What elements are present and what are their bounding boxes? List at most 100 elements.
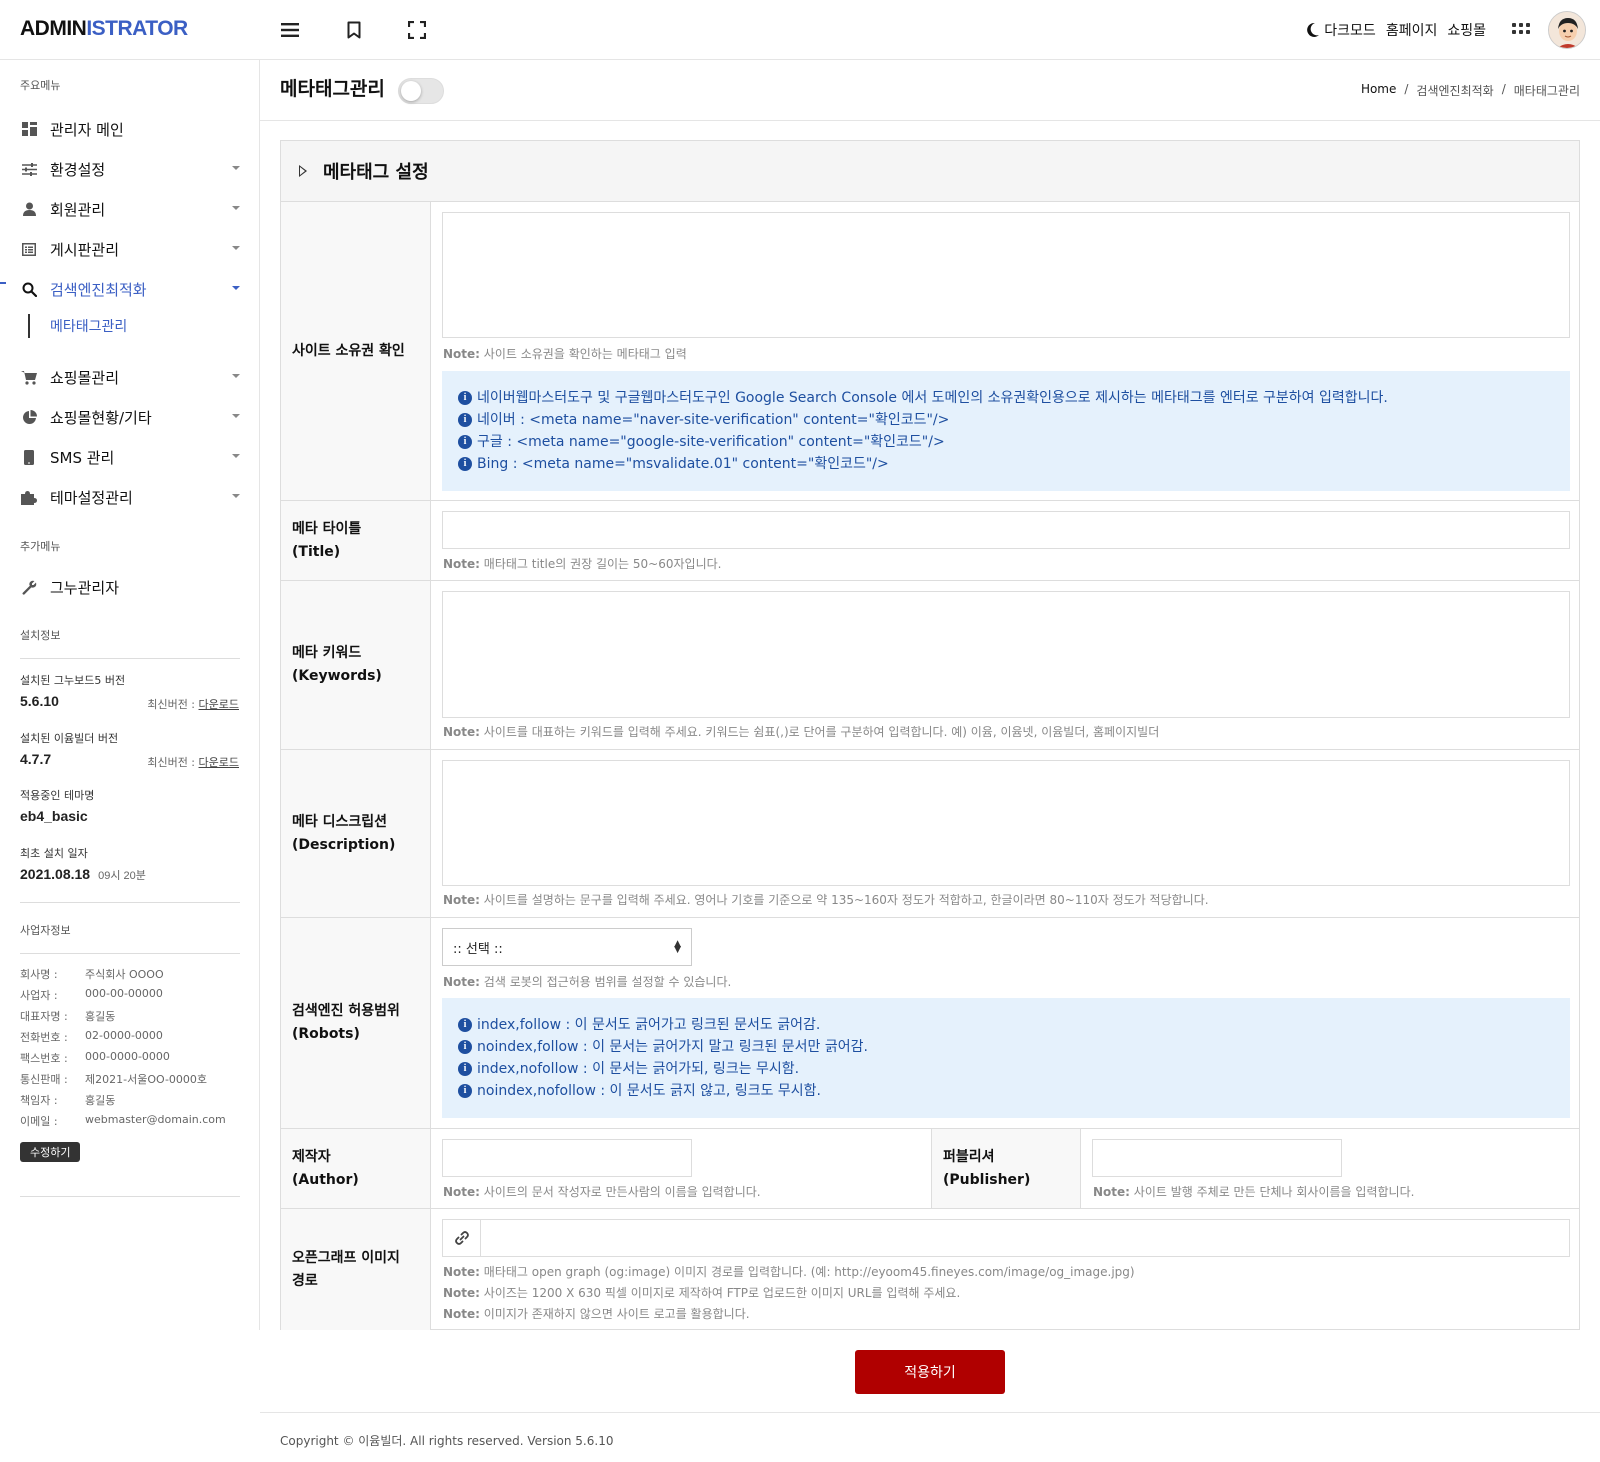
publisher-input[interactable] xyxy=(1092,1139,1342,1177)
ownership-label: 사이트 소유권 확인 xyxy=(281,202,431,500)
edit-biz-button[interactable]: 수정하기 xyxy=(20,1142,81,1162)
biz-info-title: 사업자정보 xyxy=(20,924,71,937)
publisher-label: 퍼블리셔 (Publisher) xyxy=(931,1129,1081,1208)
breadcrumb-current: 매타태그관리 xyxy=(1513,84,1580,98)
biz-row: 전화번호 :02-0000-0000 xyxy=(20,1029,163,1044)
title-note: Note: 매타태그 title의 권장 길이는 50~60자입니다. xyxy=(443,557,722,571)
top-right-links: 다크모드 홈페이지 쇼핑몰 xyxy=(1306,10,1586,50)
sidebar-item-sms[interactable]: SMS 관리 xyxy=(20,442,240,472)
sidebar-item-label: SMS 관리 xyxy=(50,448,115,467)
breadcrumb-seo[interactable]: 검색엔진최적화 xyxy=(1416,82,1493,99)
chevron-down-icon xyxy=(232,454,240,458)
divider xyxy=(20,658,240,659)
row-title: 메타 타이틀 (Title) Note: 매타태그 title의 권장 길이는 5… xyxy=(281,501,1579,581)
author-label: 제작자 (Author) xyxy=(281,1129,431,1208)
bookmark-icon[interactable] xyxy=(342,18,366,42)
list-icon xyxy=(20,240,38,258)
row-description: 메타 디스크립션 (Description) Note: 사이트를 설명하는 문구… xyxy=(281,750,1579,918)
caret-right-icon xyxy=(299,165,307,177)
dark-mode-link[interactable]: 다크모드 xyxy=(1324,20,1376,40)
theme-label: 적용중인 테마명 xyxy=(20,789,95,802)
description-note: Note: 사이트를 설명하는 문구를 입력해 주세요. 영어나 기호를 기준으… xyxy=(443,893,1209,907)
title-label: 메타 타이틀 (Title) xyxy=(281,501,431,580)
eyoom-version-label: 설치된 이윰빌더 버전 xyxy=(20,732,119,745)
breadcrumb: Home / 검색엔진최적화 / 매타태그관리 xyxy=(1360,82,1580,99)
biz-row: 이메일 : webmaster@domain.com xyxy=(20,1113,226,1128)
sidebar-subitem-metatag[interactable]: 메타태그관리 xyxy=(28,314,127,338)
chevron-down-icon xyxy=(232,286,240,290)
moon-icon[interactable] xyxy=(1306,22,1320,38)
eyoom-version: 4.7.7 xyxy=(20,751,52,767)
menu-icon[interactable] xyxy=(278,18,302,42)
extra-menu-title: 추가메뉴 xyxy=(20,540,61,553)
panel-header[interactable]: 메타태그 설정 xyxy=(281,141,1579,202)
mobile-icon xyxy=(20,448,38,466)
row-author-publisher: 제작자 (Author) Note: 사이트의 문서 작성자로 만든사람의 이름을… xyxy=(281,1129,1579,1209)
ownership-textarea[interactable] xyxy=(442,212,1570,338)
row-og-image: 오픈그래프 이미지 경로 Note: 매타태그 open graph (og:im… xyxy=(281,1209,1579,1330)
sidebar-item-label: 쇼핑몰관리 xyxy=(50,368,120,387)
info-icon: i xyxy=(458,391,472,405)
chevron-down-icon xyxy=(232,166,240,170)
sidebar-item-admin-main[interactable]: 관리자 메인 xyxy=(20,114,240,144)
chevron-down-icon xyxy=(232,374,240,378)
page-title: 메타태그관리 xyxy=(280,78,385,100)
meta-title-input[interactable] xyxy=(442,511,1570,549)
eyoom-latest: 최신버전 : 다운로드 xyxy=(147,756,239,769)
gnuboard-latest: 최신버전 : 다운로드 xyxy=(147,698,239,711)
info-icon: i xyxy=(458,1040,472,1054)
fullscreen-icon[interactable] xyxy=(405,18,429,42)
homepage-link[interactable]: 홈페이지 xyxy=(1386,20,1438,40)
row-robots: 검색엔진 허용범위 (Robots) :: 선택 :: ▲ ▼ Note: 검색 로… xyxy=(281,918,1579,1129)
sidebar-item-shop[interactable]: 쇼핑몰관리 xyxy=(20,362,240,392)
avatar[interactable] xyxy=(1548,11,1586,49)
robots-select[interactable]: :: 선택 :: ▲ ▼ xyxy=(442,928,692,966)
meta-description-textarea[interactable] xyxy=(442,760,1570,886)
shop-link[interactable]: 쇼핑몰 xyxy=(1447,20,1486,40)
gnuboard-version: 5.6.10 xyxy=(20,693,59,709)
chevron-down-icon xyxy=(232,206,240,210)
og-image-input[interactable] xyxy=(480,1219,1570,1257)
sidebar-item-theme[interactable]: 테마설정관리 xyxy=(20,482,240,512)
author-input[interactable] xyxy=(442,1139,692,1177)
theme-name: eb4_basic xyxy=(20,808,88,824)
download-link[interactable]: 다운로드 xyxy=(199,698,239,711)
biz-row: 책임자 : 홍길동 xyxy=(20,1094,116,1107)
info-icon: i xyxy=(458,435,472,449)
logo[interactable]: ADMINISTRATOR xyxy=(20,17,188,41)
info-line: i 네이버웹마스터도구 및 구글웹마스터도구인 Google Search Con… xyxy=(458,387,1554,409)
divider xyxy=(260,120,1600,121)
info-icon: i xyxy=(458,1018,472,1032)
biz-row: 대표자명 : 홍길동 xyxy=(20,1010,116,1023)
publisher-note: Note: 사이트 발행 주체로 만든 단체나 회사이름을 입력합니다. xyxy=(1093,1185,1415,1199)
robots-info-box: i index,follow : 이 문서도 긁어가고 링크된 문서도 긁어감. … xyxy=(442,998,1570,1118)
sidebar-item-members[interactable]: 회원관리 xyxy=(20,194,240,224)
info-line: i noindex,follow : 이 문서는 긁어가지 말고 링크된 문서만 … xyxy=(458,1036,1554,1058)
apply-button[interactable]: 적용하기 xyxy=(855,1350,1005,1394)
sidebar-item-seo[interactable]: 검색엔진최적화 xyxy=(20,274,240,304)
chevron-down-icon xyxy=(232,246,240,250)
sidebar-item-gnu-admin[interactable]: 그누관리자 xyxy=(20,572,240,602)
sidebar-item-shop-stats[interactable]: 쇼핑몰현황/기타 xyxy=(20,402,240,432)
meta-keywords-textarea[interactable] xyxy=(442,591,1570,718)
page-toggle-switch[interactable] xyxy=(398,78,444,104)
row-keywords: 메타 키워드 (Keywords) Note: 사이트를 대표하는 키워드를 입력… xyxy=(281,581,1579,750)
info-line: i index,nofollow : 이 문서는 긁어가되, 링크는 무시함. xyxy=(458,1058,1554,1080)
sidebar-item-boards[interactable]: 게시판관리 xyxy=(20,234,240,264)
sort-arrows-icon: ▲ ▼ xyxy=(674,939,681,955)
dashboard-icon xyxy=(20,120,38,138)
install-date-label: 최초 설치 일자 xyxy=(20,847,88,860)
breadcrumb-home[interactable]: Home xyxy=(1361,82,1396,99)
download-link[interactable]: 다운로드 xyxy=(199,756,239,769)
info-icon: i xyxy=(458,1062,472,1076)
apps-grid-icon[interactable] xyxy=(1512,23,1530,37)
og-image-label: 오픈그래프 이미지 경로 xyxy=(281,1209,431,1330)
info-icon: i xyxy=(458,413,472,427)
main-menu-title: 주요메뉴 xyxy=(20,79,61,92)
sidebar-item-settings[interactable]: 환경설정 xyxy=(20,154,240,184)
info-line: i noindex,nofollow : 이 문서도 긁지 않고, 링크도 무시함… xyxy=(458,1080,1554,1102)
divider xyxy=(20,902,240,903)
sidebar-item-label: 게시판관리 xyxy=(50,240,120,259)
metatag-settings-panel: 메타태그 설정 사이트 소유권 확인 Note: 사이트 소유권을 확인하는 메… xyxy=(280,140,1580,1330)
gnuboard-version-label: 설치된 그누보드5 버전 xyxy=(20,674,126,687)
